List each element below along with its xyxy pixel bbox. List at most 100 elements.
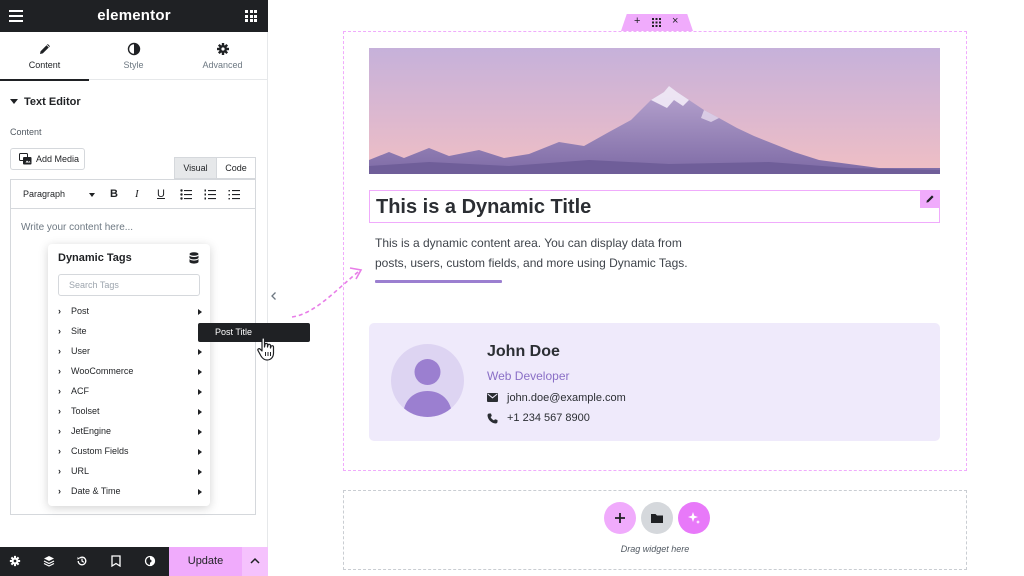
caret-down-icon [10, 99, 18, 104]
hand-cursor-icon [257, 337, 275, 361]
divider-line [375, 280, 502, 283]
chevron-right-icon: › [58, 306, 61, 316]
editor-toolbar: Paragraph B I U [10, 179, 256, 209]
preview-icon[interactable] [144, 555, 156, 567]
format-select[interactable]: Paragraph [23, 189, 65, 199]
bold-button[interactable]: B [110, 188, 118, 200]
heading-widget[interactable]: This is a Dynamic Title [369, 190, 940, 223]
tab-style[interactable]: Style [89, 32, 178, 80]
submenu-arrow-icon [198, 349, 202, 355]
media-icon [19, 153, 32, 165]
folder-icon [651, 514, 663, 523]
tab-code[interactable]: Code [217, 157, 256, 179]
underline-button[interactable]: U [157, 188, 165, 200]
profile-card[interactable]: John Doe Web Developer john.doe@example.… [369, 323, 940, 441]
submenu-arrow-icon [198, 409, 202, 415]
dynamic-tag-item[interactable]: › JetEngine [58, 422, 202, 442]
dynamic-tag-label: User [71, 346, 91, 356]
plus-icon [615, 513, 625, 523]
tab-style-label: Style [123, 60, 144, 70]
tab-advanced[interactable]: Advanced [178, 32, 267, 80]
chevron-right-icon: › [58, 466, 61, 476]
search-tags-input[interactable] [58, 274, 200, 296]
avatar [391, 344, 464, 417]
italic-button[interactable]: I [135, 188, 139, 200]
tab-visual[interactable]: Visual [174, 157, 217, 179]
bullet-list-icon[interactable] [180, 189, 192, 200]
page-title: This is a Dynamic Title [376, 196, 592, 218]
submenu-arrow-icon [198, 449, 202, 455]
dynamic-tag-label: Date & Time [71, 486, 121, 496]
editor-placeholder: Write your content here... [21, 222, 134, 233]
post-title-tooltip[interactable]: Post Title [198, 323, 310, 342]
envelope-icon [487, 393, 498, 402]
elementor-logo: elementor [97, 7, 171, 24]
dynamic-tag-item[interactable]: › Post [58, 302, 202, 322]
chevron-right-icon: › [58, 326, 61, 336]
chevron-right-icon: › [58, 346, 61, 356]
widgets-grid-icon[interactable] [245, 10, 257, 22]
dynamic-tag-label: Post [71, 306, 90, 316]
chevron-right-icon: › [58, 446, 61, 456]
email-text: john.doe@example.com [507, 392, 626, 404]
add-element-icon[interactable]: + [634, 15, 640, 27]
dynamic-tag-item[interactable]: › Custom Fields [58, 442, 202, 462]
container-handle[interactable]: + × [621, 14, 693, 31]
section-title: Text Editor [24, 96, 81, 108]
dynamic-tag-label: Site [71, 326, 87, 336]
tab-content[interactable]: Content [0, 32, 89, 81]
dynamic-tag-label: WooCommerce [71, 366, 134, 376]
collapse-panel-icon[interactable] [268, 288, 280, 304]
gear-icon [216, 43, 229, 55]
submenu-arrow-icon [198, 429, 202, 435]
add-section-button[interactable] [604, 502, 636, 534]
chevron-right-icon: › [58, 426, 61, 436]
tab-content-label: Content [28, 60, 61, 70]
layers-icon[interactable] [43, 555, 55, 567]
dynamic-tag-item[interactable]: › Date & Time [58, 482, 202, 502]
edit-widget-button[interactable] [920, 190, 940, 208]
ai-generate-button[interactable] [678, 502, 710, 534]
numbered-list-icon[interactable] [204, 189, 216, 200]
dynamic-tags-popover: Dynamic Tags › Post › Site › User › WooComme… [48, 244, 210, 506]
add-media-button[interactable]: Add Media [10, 148, 85, 170]
pencil-icon [926, 195, 934, 203]
blockquote-icon[interactable] [228, 189, 240, 200]
submenu-arrow-icon [198, 369, 202, 375]
add-template-button[interactable] [641, 502, 673, 534]
dynamic-tag-label: URL [71, 466, 90, 476]
phone-icon [487, 413, 498, 424]
dynamic-tag-item[interactable]: › Site [58, 322, 202, 342]
dynamic-tag-label: Toolset [71, 406, 100, 416]
history-icon[interactable] [76, 555, 88, 567]
contrast-icon [127, 42, 140, 56]
editor-panel: elementor Content Style Advanced Text Ed… [0, 0, 268, 576]
database-icon [189, 252, 199, 264]
delete-element-icon[interactable]: × [672, 15, 678, 27]
profile-role: Web Developer [487, 369, 570, 383]
format-select-caret-icon[interactable] [89, 193, 95, 197]
profile-name: John Doe [487, 343, 560, 360]
chevron-right-icon: › [58, 386, 61, 396]
dynamic-tag-item[interactable]: › WooCommerce [58, 362, 202, 382]
chevron-right-icon: › [58, 486, 61, 496]
update-options-button[interactable] [242, 547, 268, 576]
settings-icon[interactable] [9, 555, 21, 567]
panel-tabs: Content Style Advanced [0, 32, 268, 81]
submenu-arrow-icon [198, 389, 202, 395]
description-text: This is a dynamic content area. You can … [375, 236, 688, 270]
dynamic-tag-item[interactable]: › User [58, 342, 202, 362]
tab-advanced-label: Advanced [202, 60, 243, 70]
dynamic-tag-item[interactable]: › Toolset [58, 402, 202, 422]
dynamic-tag-item[interactable]: › URL [58, 462, 202, 482]
dynamic-tag-label: ACF [71, 386, 89, 396]
submenu-arrow-icon [198, 309, 202, 315]
navigator-icon[interactable] [110, 555, 122, 567]
dynamic-tag-item[interactable]: › ACF [58, 382, 202, 402]
drag-handle-icon[interactable] [652, 18, 661, 27]
section-toggle[interactable]: Text Editor [10, 96, 81, 108]
mountain-hero-image[interactable] [369, 48, 940, 174]
panel-header: elementor [0, 0, 268, 32]
phone-text: +1 234 567 8900 [507, 412, 590, 424]
update-button[interactable]: Update [169, 547, 242, 576]
